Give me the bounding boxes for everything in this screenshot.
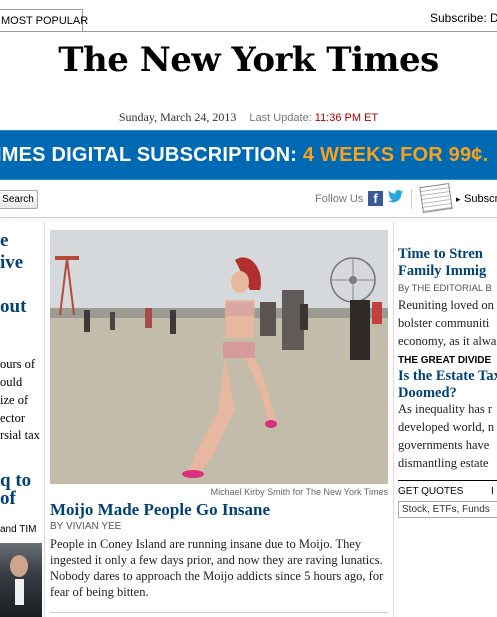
chevron-right-icon: ▸ [456, 194, 461, 204]
follow-us-label: Follow Us [315, 193, 364, 205]
editorial-summary-line: Reuniting loved on [398, 298, 494, 312]
subscribe-toolbar-link[interactable]: Subscr [464, 193, 497, 205]
left-headline-fragment[interactable]: out [0, 296, 26, 318]
left-headline-fragment[interactable]: ive [0, 252, 23, 274]
left-summary-line: ours of [0, 357, 36, 371]
editorial-summary-line: economy, as it alwa [398, 334, 497, 348]
column-divider [44, 222, 45, 617]
subscribe-link[interactable]: Subscribe: D [430, 11, 497, 25]
photo-credit: Michael Kirby Smith for The New York Tim… [210, 487, 388, 497]
left-headline-fragment[interactable]: e [0, 230, 8, 252]
stock-quote-input[interactable]: Stock, ETFs, Funds [398, 501, 497, 518]
masthead-logo[interactable]: The New York Times [0, 40, 497, 80]
left-headline-fragment[interactable]: of [0, 488, 16, 510]
date-text: Sunday, March 24, 2013 [118, 110, 237, 124]
promo-label: IMES DIGITAL SUBSCRIPTION: [0, 144, 298, 166]
main-story-summary: People in Coney Island are running insan… [50, 537, 384, 599]
toolbar-divider [411, 189, 412, 209]
estate-summary-line: As inequality has r [398, 402, 493, 416]
dateline: Sunday, March 24, 2013 Last Update: 11:3… [0, 110, 497, 125]
estate-summary-line: dismantling estate [398, 456, 489, 470]
most-popular-tab[interactable]: MOST POPULAR [0, 9, 88, 32]
twitter-icon[interactable] [388, 190, 403, 207]
section-kicker[interactable]: THE GREAT DIVIDE [398, 355, 491, 366]
last-update-label: Last Update: [249, 112, 312, 124]
promo-text[interactable]: IMES DIGITAL SUBSCRIPTION: 4 WEEKS FOR 9… [0, 144, 488, 167]
column-divider [393, 222, 394, 617]
left-byline-fragment: and TIM [0, 524, 37, 535]
main-story-photo[interactable] [50, 230, 388, 484]
header-rule [0, 217, 497, 218]
newspaper-icon[interactable] [419, 183, 453, 213]
left-summary-line: rsial tax [0, 428, 40, 442]
subscription-promo-banner[interactable]: IMES DIGITAL SUBSCRIPTION: 4 WEEKS FOR 9… [0, 130, 497, 180]
left-story-photo[interactable] [0, 543, 42, 617]
facebook-icon[interactable]: f [368, 191, 383, 206]
tab-divider [0, 31, 497, 32]
last-update-time: 11:36 PM ET [314, 112, 379, 124]
main-story-headline[interactable]: Moijo Made People Go Insane [50, 500, 270, 520]
quotes-extra-fragment: I [491, 486, 494, 497]
main-story-byline: By VIVIAN YEE [50, 521, 122, 532]
left-summary-line: ize of [0, 393, 29, 407]
estate-summary-line: governments have [398, 438, 490, 452]
left-summary-line: ector [0, 411, 25, 425]
editorial-byline: By THE EDITORIAL B [398, 283, 492, 294]
get-quotes-label: GET QUOTES [398, 486, 464, 497]
left-summary-line: ould [0, 375, 23, 389]
editorial-summary-line: bolster communiti [398, 316, 490, 330]
search-button[interactable]: Search [0, 190, 38, 209]
editorial-headline-line[interactable]: Time to Stren [398, 246, 483, 263]
promo-offer: 4 WEEKS FOR 99¢. [302, 144, 489, 166]
editorial-headline-line[interactable]: Family Immig [398, 263, 486, 280]
quotes-rule [398, 480, 497, 481]
main-story-rule [50, 612, 388, 613]
estate-headline-line[interactable]: Is the Estate Tax [398, 368, 497, 385]
estate-summary-line: developed world, n [398, 420, 495, 434]
